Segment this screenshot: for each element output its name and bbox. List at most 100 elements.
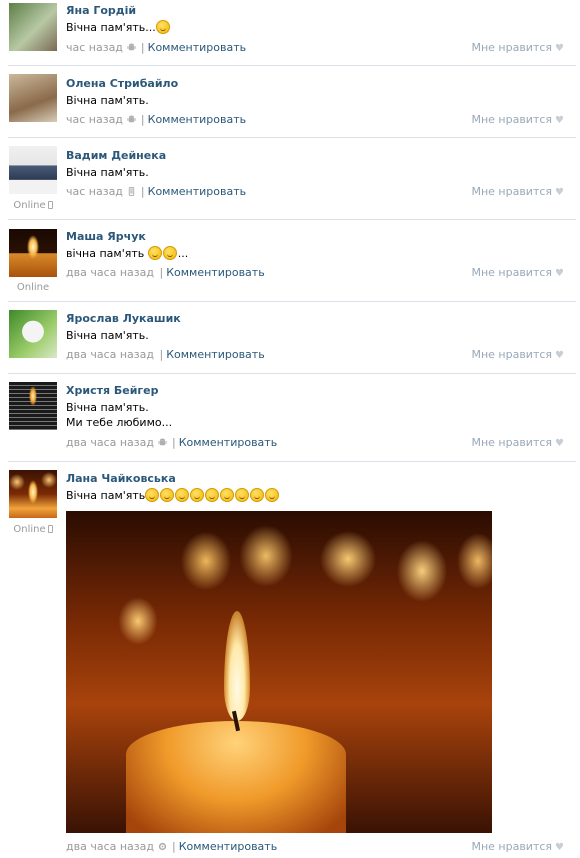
comment-item: Ярослав Лукашик Вічна пам'ять. два часа … (0, 302, 580, 374)
reply-link[interactable]: Комментировать (148, 113, 246, 126)
like-button[interactable]: Мне нравится ♥ (471, 113, 564, 126)
comment-author[interactable]: Олена Стрибайло (66, 77, 178, 90)
like-button[interactable]: Мне нравится ♥ (471, 348, 564, 361)
smiley-emoji-icon (190, 488, 205, 502)
comment-author[interactable]: Христя Бейгер (66, 384, 159, 397)
comment-meta: два часа назад | Комментировать (66, 266, 265, 279)
avatar[interactable] (9, 74, 57, 122)
candle-flame (224, 611, 250, 721)
heart-icon: ♥ (555, 115, 564, 126)
reply-link[interactable]: Комментировать (148, 41, 246, 54)
reply-link[interactable]: Комментировать (166, 266, 264, 279)
comment-author[interactable]: Яна Гордій (66, 4, 136, 17)
avatar[interactable] (9, 310, 57, 358)
comment-author[interactable]: Вадим Дейнека (66, 149, 166, 162)
mobile-phone-icon (47, 201, 53, 209)
heart-icon: ♥ (555, 842, 564, 853)
smiley-emoji-icon (155, 20, 170, 34)
meta-separator: | (140, 113, 145, 126)
comment-text: Вічна пам'ять. (66, 329, 149, 342)
comment-meta: два часа назад | Комментировать (66, 348, 265, 361)
attached-candle-photo[interactable] (66, 511, 492, 833)
smiley-emoji-icon (147, 246, 162, 260)
comment-time[interactable]: два часа назад (66, 436, 154, 449)
reply-link[interactable]: Комментировать (148, 185, 246, 198)
comment-text: вічна пам'ять ... (66, 246, 189, 260)
candle-body (126, 721, 346, 833)
comment-text: Вічна пам'ять (66, 488, 280, 503)
heart-icon: ♥ (555, 268, 564, 279)
comment-author[interactable]: Лана Чайковська (66, 472, 176, 485)
smiley-emoji-icon (250, 488, 265, 502)
avatar[interactable] (9, 229, 57, 277)
comment-time[interactable]: два часа назад (66, 266, 154, 279)
comment-item: Олена Стрибайло Вічна пам'ять. час назад… (0, 66, 580, 138)
comment-item: Online Вадим Дейнека Вічна пам'ять. час … (0, 138, 580, 220)
like-label: Мне нравится (471, 113, 553, 126)
comment-meta: час назад | Комментировать (66, 185, 246, 198)
comment-meta: час назад | Комментировать (66, 41, 246, 54)
meta-separator: | (171, 436, 176, 449)
android-icon (127, 115, 136, 123)
comment-item: Христя Бейгер Вічна пам'ять. Ми тебе люб… (0, 374, 580, 462)
comment-meta: час назад | Комментировать (66, 113, 246, 126)
heart-icon: ♥ (555, 43, 564, 54)
smiley-emoji-icon (175, 488, 190, 502)
comment-time[interactable]: час назад (66, 41, 123, 54)
comment-text: Вічна пам'ять. (66, 94, 149, 107)
meta-separator: | (171, 840, 176, 853)
smiley-emoji-icon (235, 488, 250, 502)
smiley-emoji-icon (162, 246, 177, 260)
smiley-emoji-icon (205, 488, 220, 502)
like-button[interactable]: Мне нравится ♥ (471, 436, 564, 449)
like-button[interactable]: Мне нравится ♥ (471, 266, 564, 279)
reply-link[interactable]: Комментировать (166, 348, 264, 361)
comment-text: Вічна пам'ять. (66, 166, 149, 179)
like-label: Мне нравится (471, 185, 553, 198)
like-label: Мне нравится (471, 266, 553, 279)
heart-icon: ♥ (555, 350, 564, 361)
comment-author[interactable]: Маша Ярчук (66, 230, 146, 243)
online-status: Online (3, 524, 63, 535)
comment-time[interactable]: час назад (66, 185, 123, 198)
like-label: Мне нравится (471, 348, 553, 361)
comment-meta: два часа назад | Комментировать (66, 840, 277, 853)
like-button[interactable]: Мне нравится ♥ (471, 840, 564, 853)
heart-icon: ♥ (555, 187, 564, 198)
mobile-phone-icon (47, 525, 53, 533)
avatar[interactable] (9, 146, 57, 194)
comment-text: Вічна пам'ять... (66, 20, 171, 35)
meta-separator: | (159, 266, 164, 279)
smiley-emoji-icon (145, 488, 160, 502)
avatar[interactable] (9, 382, 57, 430)
meta-separator: | (159, 348, 164, 361)
reply-link[interactable]: Комментировать (179, 840, 277, 853)
avatar[interactable] (9, 470, 57, 518)
heart-icon: ♥ (555, 438, 564, 449)
comment-item: Яна Гордій Вічна пам'ять... час назад | Ко… (0, 0, 580, 66)
like-button[interactable]: Мне нравится ♥ (471, 41, 564, 54)
comment-time[interactable]: час назад (66, 113, 123, 126)
like-label: Мне нравится (471, 840, 553, 853)
android-icon (127, 43, 136, 51)
comment-text: Вічна пам'ять. (66, 401, 149, 414)
comment-text-line2: Ми тебе любимо... (66, 416, 173, 429)
comment-item: Online Маша Ярчук вічна пам'ять ... два … (0, 220, 580, 302)
like-label: Мне нравится (471, 41, 553, 54)
smiley-emoji-icon (220, 488, 235, 502)
meta-separator: | (140, 185, 145, 198)
mobile-phone-icon (128, 187, 135, 196)
app-gear-icon (158, 842, 167, 851)
smiley-emoji-icon (265, 488, 280, 502)
comment-time[interactable]: два часа назад (66, 840, 154, 853)
like-label: Мне нравится (471, 436, 553, 449)
comment-meta: два часа назад | Комментировать (66, 436, 277, 449)
smiley-emoji-icon (160, 488, 175, 502)
android-icon (158, 438, 167, 446)
comment-time[interactable]: два часа назад (66, 348, 154, 361)
comment-author[interactable]: Ярослав Лукашик (66, 312, 181, 325)
avatar[interactable] (9, 3, 57, 51)
online-status: Online (16, 282, 50, 293)
like-button[interactable]: Мне нравится ♥ (471, 185, 564, 198)
reply-link[interactable]: Комментировать (179, 436, 277, 449)
